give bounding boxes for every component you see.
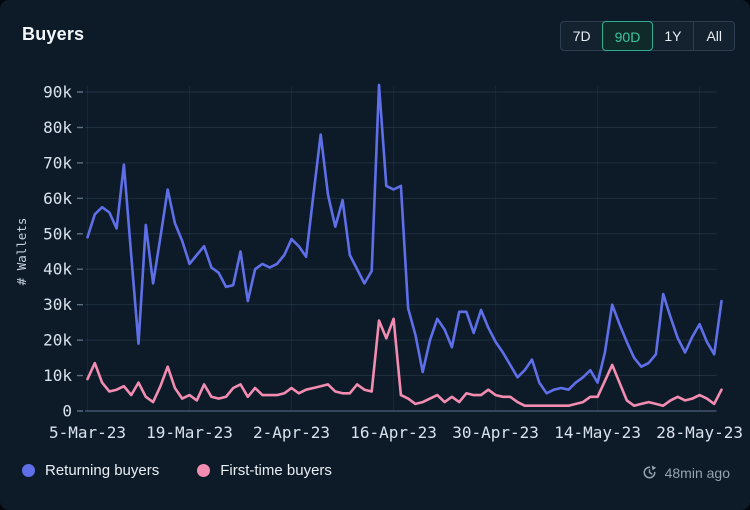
x-tick-label: 16-Apr-23 bbox=[350, 423, 437, 442]
buyers-line-chart[interactable]: 0 10k 20k 30k 40k 50k 60k 70k 80k 90k 5-Mar-23 19-M… bbox=[0, 58, 750, 453]
refresh-clock-icon[interactable] bbox=[641, 464, 658, 481]
chart-legend: Returning buyers First-time buyers bbox=[22, 462, 332, 479]
time-range-90d-button[interactable]: 90D bbox=[602, 21, 654, 51]
x-tick-label: 5-Mar-23 bbox=[49, 423, 126, 442]
page-title: Buyers bbox=[22, 24, 84, 45]
y-tick-label: 20k bbox=[43, 331, 72, 350]
last-updated-badge: 48min ago bbox=[641, 464, 730, 481]
time-range-all-button[interactable]: All bbox=[693, 22, 734, 50]
legend-label: First-time buyers bbox=[220, 462, 332, 479]
returning-buyers-line[interactable] bbox=[88, 85, 722, 393]
legend-item-first-time-buyers[interactable]: First-time buyers bbox=[197, 462, 332, 479]
chart-area[interactable]: 0 10k 20k 30k 40k 50k 60k 70k 80k 90k 5-Mar-23 19-M… bbox=[0, 58, 750, 453]
x-tick-label: 2-Apr-23 bbox=[253, 423, 330, 442]
x-tick-label: 19-Mar-23 bbox=[146, 423, 233, 442]
first-time-buyers-dot-icon bbox=[197, 464, 210, 477]
y-tick-label: 0 bbox=[62, 402, 72, 421]
last-updated-text: 48min ago bbox=[665, 465, 730, 481]
legend-item-returning-buyers[interactable]: Returning buyers bbox=[22, 462, 159, 479]
y-tick-label: 10k bbox=[43, 366, 72, 385]
y-tick-label: 40k bbox=[43, 260, 72, 279]
y-tick-label: 90k bbox=[43, 83, 72, 102]
legend-label: Returning buyers bbox=[45, 462, 159, 479]
returning-buyers-dot-icon bbox=[22, 464, 35, 477]
y-tick-label: 80k bbox=[43, 118, 72, 137]
y-tick-label: 30k bbox=[43, 295, 72, 314]
y-axis-title: # Wallets bbox=[14, 218, 29, 286]
x-tick-label: 30-Apr-23 bbox=[452, 423, 539, 442]
y-tick-label: 70k bbox=[43, 153, 72, 172]
time-range-7d-button[interactable]: 7D bbox=[561, 22, 603, 50]
x-tick-label: 14-May-23 bbox=[554, 423, 641, 442]
time-range-1y-button[interactable]: 1Y bbox=[652, 22, 693, 50]
first-time-buyers-line[interactable] bbox=[88, 319, 722, 406]
y-tick-label: 50k bbox=[43, 224, 72, 243]
y-tick-label: 60k bbox=[43, 189, 72, 208]
buyers-panel: Buyers 7D 90D 1Y All 0 10k 20k 30k 40k 50k 60k… bbox=[0, 0, 750, 510]
time-range-selector: 7D 90D 1Y All bbox=[560, 21, 735, 51]
x-tick-label: 28-May-23 bbox=[656, 423, 743, 442]
